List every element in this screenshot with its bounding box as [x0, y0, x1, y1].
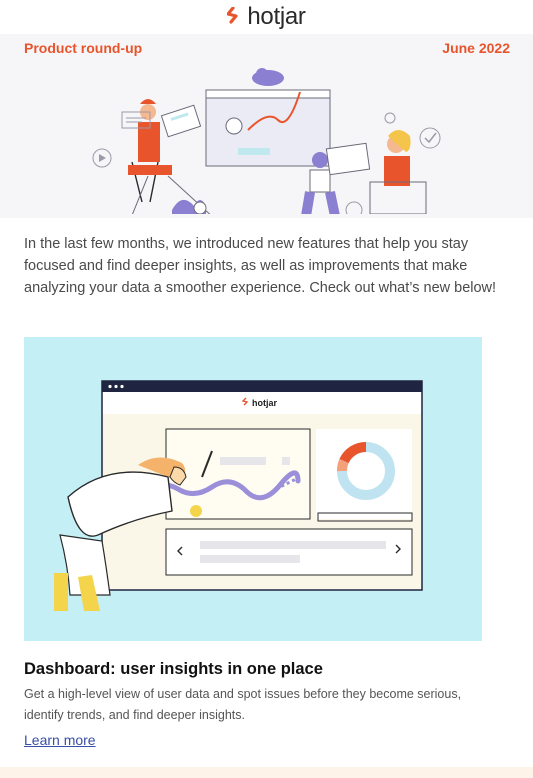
dashboard-illustration-drawing: hotjar [54, 380, 423, 611]
feature-title: Dashboard: user insights in one place [24, 660, 323, 678]
logo-text: hotjar [247, 3, 306, 30]
hero-label-right: June 2022 [442, 40, 510, 56]
hero-label-left: Product round-up [24, 40, 143, 56]
next-section-strip [0, 767, 533, 778]
hotjar-flame-icon [227, 7, 238, 24]
hero-banner: Product round-up June 2022 [0, 34, 533, 218]
window-logo-text: hotjar [252, 398, 277, 408]
learn-more-link[interactable]: Learn more [24, 732, 96, 748]
email-page: hotjar Product round-up June 2022 In the… [0, 0, 533, 778]
header-logo[interactable]: hotjar [0, 0, 533, 34]
intro-text: In the last few months, we introduced ne… [24, 236, 497, 296]
team-collaboration-illustration [92, 68, 441, 214]
dashboard-illustration: hotjar [24, 337, 482, 641]
feature-description: Get a high-level view of user data and s… [24, 687, 462, 722]
